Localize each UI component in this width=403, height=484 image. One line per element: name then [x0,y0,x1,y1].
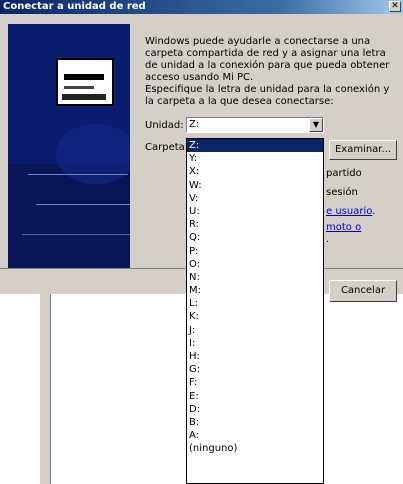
dropdown-option[interactable]: Z: [187,139,323,153]
background-window-edge [40,294,51,484]
dropdown-option[interactable]: I: [187,337,323,350]
network-drive-icon [56,58,114,106]
browse-button[interactable]: Examinar... [329,140,397,160]
intro-text: Windows puede ayudarle a conectarse a un… [145,36,390,83]
dropdown-option[interactable]: P: [187,245,323,258]
window-title: Conectar a unidad de red [3,1,146,12]
side-banner [8,24,130,269]
banner-line [36,204,130,205]
drive-letter-dropdown-list[interactable]: Z: Y: X: W: V: U: R: Q: P: O: N: M: L: K: J: I: H: G: F: E:… [186,138,324,484]
banner-line [22,234,130,235]
title-bar: Conectar a unidad de red ✕ [0,0,403,14]
cancel-button[interactable]: Cancelar [329,280,397,302]
dropdown-option[interactable]: F: [187,376,323,389]
unit-combobox[interactable]: Z: ▼ [186,117,324,133]
dropdown-option[interactable]: U: [187,205,323,218]
dropdown-option[interactable]: K: [187,310,323,323]
unit-label: Unidad: [145,120,184,131]
folder-label: Carpeta: [145,142,189,153]
drive-bar [64,74,104,80]
reconnect-checkbox-fragment: partido [326,168,362,179]
dropdown-option[interactable]: M: [187,284,323,297]
dropdown-option[interactable]: X: [187,165,323,178]
dropdown-option[interactable]: N: [187,271,323,284]
dropdown-option[interactable]: O: [187,258,323,271]
link-period-2: . [326,234,330,245]
unit-value: Z: [189,119,200,130]
banner-glow [56,124,130,184]
dropdown-option[interactable]: E: [187,390,323,403]
dropdown-option[interactable]: B: [187,416,323,429]
link-period: . [372,206,376,217]
drive-slot [64,86,94,89]
dropdown-option[interactable]: W: [187,179,323,192]
dropdown-option[interactable]: (ninguno) [187,442,323,455]
dropdown-option[interactable]: Y: [187,152,323,165]
close-button[interactable]: ✕ [389,1,401,12]
dropdown-option[interactable]: L: [187,297,323,310]
instruction-text: Especifique la letra de unidad para la c… [145,84,390,107]
drive-base [62,94,106,100]
dropdown-option[interactable]: H: [187,350,323,363]
dropdown-option[interactable]: D: [187,403,323,416]
storage-link-fragment[interactable]: moto o [326,222,361,233]
different-user-link[interactable]: e usuario [326,206,372,217]
close-icon: ✕ [391,1,399,11]
dropdown-option[interactable]: J: [187,324,323,337]
banner-line [28,174,128,175]
dropdown-option[interactable]: Q: [187,231,323,244]
dropdown-option[interactable]: V: [187,192,323,205]
dropdown-button[interactable]: ▼ [309,118,323,132]
dropdown-option[interactable]: R: [187,218,323,231]
dropdown-option[interactable]: G: [187,363,323,376]
logon-fragment: sesión [326,187,358,198]
dropdown-option[interactable]: A: [187,429,323,442]
chevron-down-icon: ▼ [312,120,320,129]
